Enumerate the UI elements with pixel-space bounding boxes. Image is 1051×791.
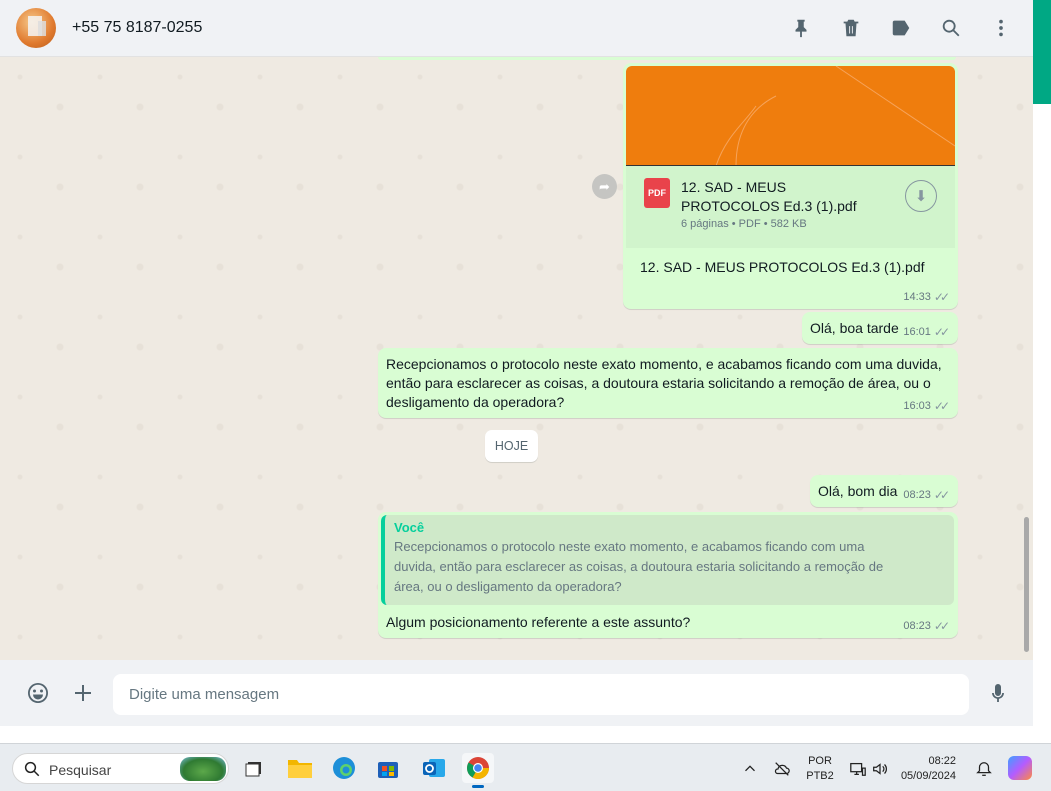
clock-time: 08:22 xyxy=(928,755,956,767)
message-input[interactable] xyxy=(113,674,969,715)
contact-avatar[interactable] xyxy=(16,8,56,48)
message-meta: 16:03 ✓✓ xyxy=(903,399,950,413)
chat-area: ➦ PDF 12. SAD - MEUS PROTOCOLOS Ed.3 (1)… xyxy=(0,57,1033,660)
message-meta: 16:01 ✓✓ xyxy=(903,325,950,339)
outlook-icon[interactable] xyxy=(418,753,450,783)
message-text: Recepcionamos o protocolo neste exato mo… xyxy=(386,356,942,410)
message-time: 16:01 xyxy=(903,326,931,338)
message-meta: 08:23 ✓✓ xyxy=(903,619,950,633)
quoted-message[interactable]: Você Recepcionamos o protocolo neste exa… xyxy=(381,515,954,605)
read-receipt-icon: ✓✓ xyxy=(933,325,950,339)
message-time: 16:03 xyxy=(903,400,931,412)
read-receipt-icon: ✓✓ xyxy=(933,290,950,304)
onedrive-offline-icon[interactable] xyxy=(772,759,792,779)
message-bubble[interactable]: Olá, boa tarde 16:01 ✓✓ xyxy=(802,312,958,344)
pin-icon[interactable] xyxy=(789,16,813,40)
message-bubble[interactable]: Recepcionamos o protocolo neste exato mo… xyxy=(378,348,958,418)
file-explorer-icon[interactable] xyxy=(284,753,316,783)
reply-message[interactable]: Você Recepcionamos o protocolo neste exa… xyxy=(378,512,958,638)
keyboard-layout: PTB2 xyxy=(806,770,834,782)
pdf-file-icon: PDF xyxy=(644,178,670,208)
message-text: Olá, boa tarde xyxy=(810,320,899,336)
message-text: Algum posicionamento referente a este as… xyxy=(386,614,691,630)
chevron-up-icon[interactable] xyxy=(740,759,760,779)
contact-name[interactable]: +55 75 8187-0255 xyxy=(72,19,202,37)
message-time: 14:33 xyxy=(903,291,931,303)
message-meta: 14:33 ✓✓ xyxy=(903,290,950,304)
chat-header: +55 75 8187-0255 xyxy=(0,0,1033,57)
taskbar-clock[interactable]: 08:22 05/09/2024 xyxy=(900,754,956,784)
message-meta: 08:23 ✓✓ xyxy=(903,488,950,502)
message-text: Olá, bom dia xyxy=(818,483,898,499)
download-icon[interactable]: ⬇ xyxy=(905,180,937,212)
document-info[interactable]: PDF 12. SAD - MEUS PROTOCOLOS Ed.3 (1).p… xyxy=(626,166,955,248)
network-icon[interactable] xyxy=(848,759,868,779)
previous-message-edge xyxy=(378,57,956,60)
window-scrollbar-track[interactable] xyxy=(1033,0,1051,743)
attach-plus-icon[interactable] xyxy=(70,680,96,706)
active-app-indicator xyxy=(472,785,484,788)
taskbar-search-label: Pesquisar xyxy=(49,762,112,778)
taskbar-search[interactable]: Pesquisar xyxy=(12,753,229,784)
read-receipt-icon: ✓✓ xyxy=(933,399,950,413)
language-indicator[interactable]: POR PTB2 xyxy=(804,754,836,784)
delete-icon[interactable] xyxy=(839,16,863,40)
volume-icon[interactable] xyxy=(870,759,890,779)
read-receipt-icon: ✓✓ xyxy=(933,619,950,633)
search-highlight-image xyxy=(180,757,226,781)
notification-bell-icon[interactable] xyxy=(974,759,994,779)
message-time: 08:23 xyxy=(903,620,931,632)
emoji-icon[interactable] xyxy=(25,680,51,706)
language-code: POR xyxy=(808,755,832,767)
document-details: 6 páginas • PDF • 582 KB xyxy=(681,218,807,230)
document-caption: 12. SAD - MEUS PROTOCOLOS Ed.3 (1).pdf xyxy=(640,259,925,275)
windows-taskbar: Pesquisar POR PTB2 08:22 05/09/2024 xyxy=(0,743,1051,791)
quoted-author: Você xyxy=(394,520,425,535)
forward-icon[interactable]: ➦ xyxy=(592,174,617,199)
message-bubble[interactable]: Olá, bom dia 08:23 ✓✓ xyxy=(810,475,958,507)
document-message[interactable]: PDF 12. SAD - MEUS PROTOCOLOS Ed.3 (1).p… xyxy=(623,63,958,309)
microsoft-store-icon[interactable] xyxy=(372,753,404,783)
document-file-name: 12. SAD - MEUS PROTOCOLOS Ed.3 (1).pdf xyxy=(681,179,857,214)
date-divider: HOJE xyxy=(485,430,538,462)
header-actions xyxy=(789,16,1013,40)
copilot-icon[interactable] xyxy=(1008,756,1032,780)
quoted-text: Recepcionamos o protocolo neste exato mo… xyxy=(394,539,884,594)
message-time: 08:23 xyxy=(903,489,931,501)
chat-scrollbar[interactable] xyxy=(1024,517,1029,652)
clock-date: 05/09/2024 xyxy=(900,770,956,782)
search-icon[interactable] xyxy=(939,16,963,40)
task-view-icon[interactable] xyxy=(238,753,270,783)
document-preview[interactable] xyxy=(626,66,955,166)
microphone-icon[interactable] xyxy=(985,680,1011,706)
more-icon[interactable] xyxy=(989,16,1013,40)
edge-browser-icon[interactable] xyxy=(328,753,360,783)
search-icon xyxy=(24,761,40,777)
label-icon[interactable] xyxy=(889,16,913,40)
window-scrollbar-thumb[interactable] xyxy=(1033,0,1051,104)
message-composer xyxy=(0,660,1033,726)
chrome-browser-icon[interactable] xyxy=(462,753,494,788)
read-receipt-icon: ✓✓ xyxy=(933,488,950,502)
window-bottom-edge xyxy=(0,726,1033,743)
